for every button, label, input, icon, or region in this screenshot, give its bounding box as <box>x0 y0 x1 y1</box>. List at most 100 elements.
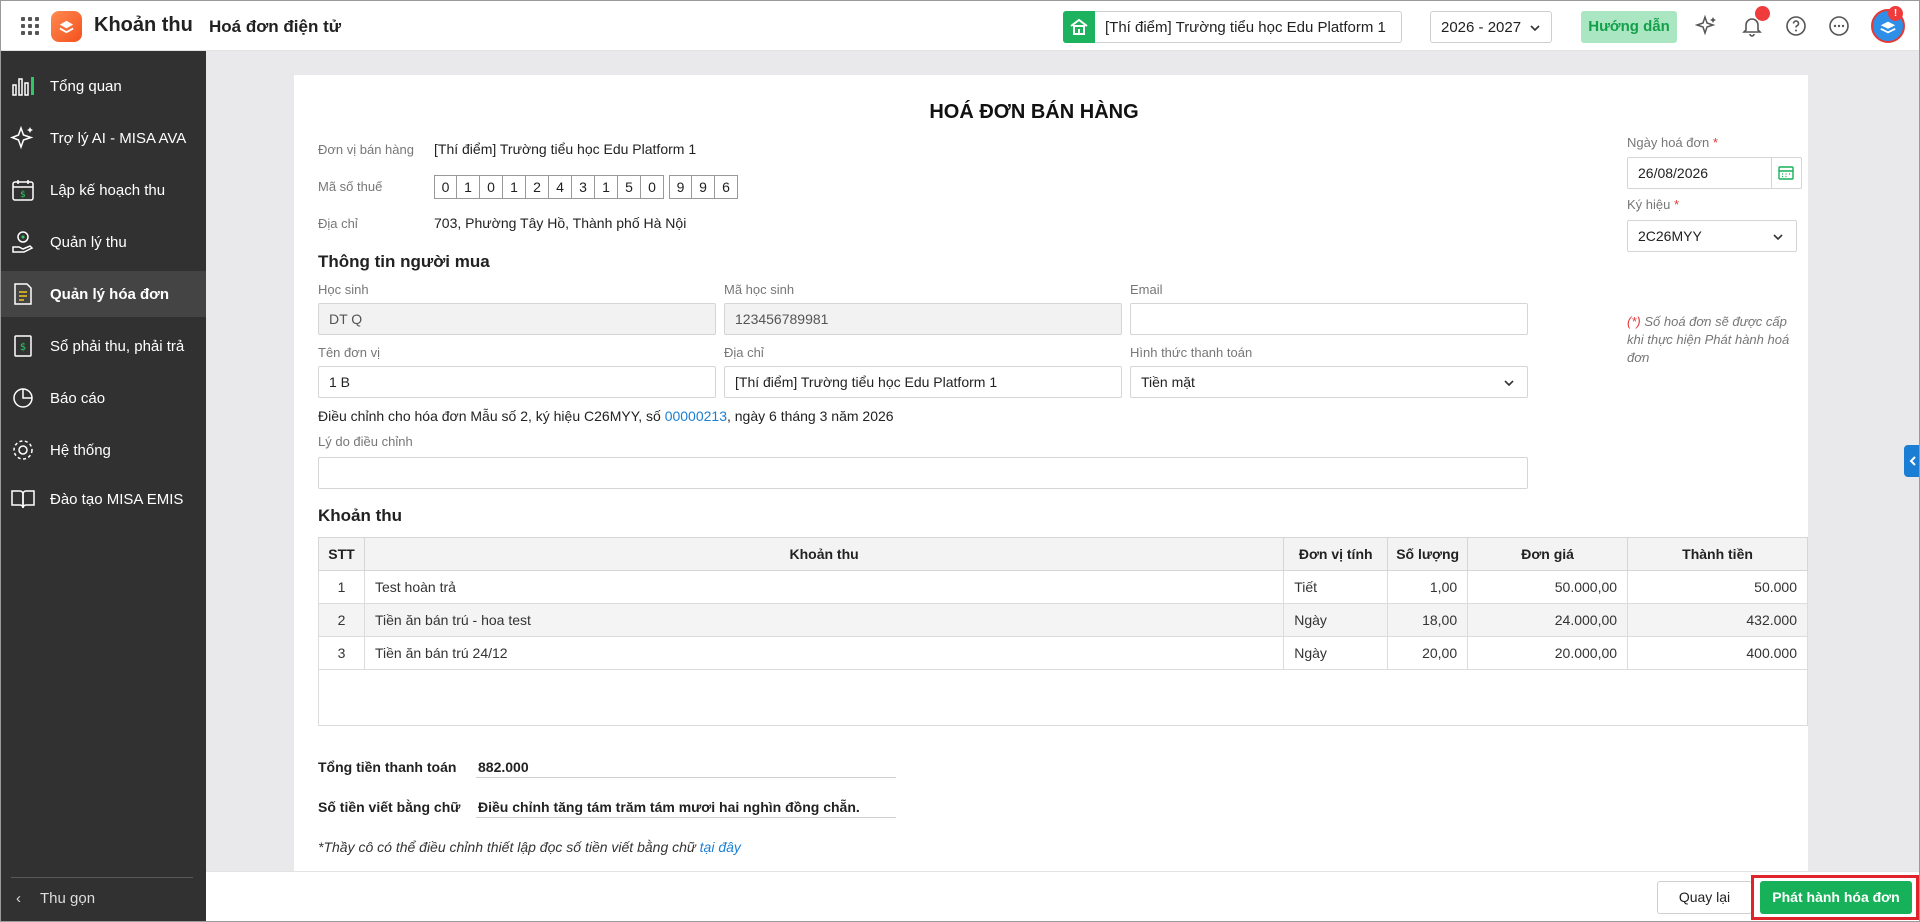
seller-address-value: 703, Phường Tây Hồ, Thành phố Hà Nội <box>434 215 687 231</box>
chevron-down-icon <box>1773 234 1783 241</box>
hand-coin-icon <box>12 231 34 253</box>
chevron-down-icon <box>1530 25 1540 32</box>
sidebar-divider <box>11 877 193 878</box>
fees-section-title: Khoản thu <box>318 506 403 525</box>
sidebar-item-label: Báo cáo <box>50 390 106 407</box>
sidebar-item-ai-assistant[interactable]: Trợ lý AI - MISA AVA <box>1 115 206 161</box>
tax-digit: 9 <box>692 175 715 199</box>
school-name: [Thí điểm] Trường tiểu học Edu Platform … <box>1105 19 1386 36</box>
invoice-date-label: Ngày hoá đơn * <box>1627 135 1718 150</box>
sidebar-item-label: Quản lý thu <box>50 234 127 251</box>
issue-invoice-button[interactable]: Phát hành hóa đơn <box>1760 881 1912 914</box>
student-field: DT Q <box>318 303 716 335</box>
tax-digit: 5 <box>618 175 641 199</box>
sidebar-item-label: Đào tạo MISA EMIS <box>50 491 184 508</box>
cell-quantity: 18,00 <box>1387 603 1469 637</box>
app-grid-icon[interactable] <box>21 17 39 35</box>
sidebar-item-system[interactable]: Hệ thống <box>1 427 206 473</box>
tax-digit: 1 <box>457 175 480 199</box>
email-input[interactable] <box>1130 303 1528 335</box>
seller-value: [Thí điểm] Trường tiểu học Edu Platform … <box>434 141 697 157</box>
cell-unit-price: 24.000,00 <box>1467 603 1629 637</box>
sidebar-item-ledger[interactable]: $ Sổ phải thu, phải trả <box>1 323 206 369</box>
symbol-value: 2C26MYY <box>1638 228 1702 244</box>
column-header: STT <box>318 537 365 571</box>
avatar-alert-badge: ! <box>1888 6 1903 21</box>
sidebar-item-training[interactable]: Đào tạo MISA EMIS <box>1 476 206 522</box>
invoice-date-input[interactable]: 26/08/2026 <box>1627 157 1802 189</box>
sidebar-item-revenue[interactable]: Quản lý thu <box>1 219 206 265</box>
buyer-address-label: Địa chỉ <box>724 345 764 360</box>
tax-digit: 6 <box>715 175 738 199</box>
unit-input[interactable]: 1 B <box>318 366 716 398</box>
tax-code-label: Mã số thuế <box>318 179 383 194</box>
more-options-icon[interactable] <box>1827 14 1851 38</box>
help-icon[interactable] <box>1784 14 1808 38</box>
collapse-sidebar-button[interactable]: ‹ Thu gọn <box>16 890 95 907</box>
reason-input[interactable] <box>318 457 1528 489</box>
cell-fee-name: Test hoàn trả <box>363 570 1285 604</box>
gear-icon <box>13 440 33 460</box>
invoice-form: HOÁ ĐƠN BÁN HÀNG Đơn vị bán hàng [Thí đi… <box>294 75 1808 871</box>
back-button[interactable]: Quay lại <box>1657 881 1752 914</box>
document-icon <box>14 283 32 305</box>
invoice-date-value: 26/08/2026 <box>1638 165 1709 181</box>
cell-unit: Tiết <box>1283 570 1389 604</box>
sidebar-item-reports[interactable]: Báo cáo <box>1 375 206 421</box>
table-empty-area <box>318 670 1808 726</box>
table-row[interactable]: 1 Test hoàn trả Tiết 1,00 50.000,00 50.0… <box>318 570 1808 604</box>
cell-stt: 2 <box>318 603 365 637</box>
invoice-title: HOÁ ĐƠN BÁN HÀNG <box>929 101 1139 123</box>
column-header: Số lượng <box>1387 537 1469 571</box>
top-bar: Khoản thu Hoá đơn điện tử [Thí điểm] Trư… <box>1 1 1919 51</box>
table-row[interactable]: 2 Tiền ăn bán trú - hoa test Ngày 18,00 … <box>318 603 1808 637</box>
tax-digit: 0 <box>641 175 664 199</box>
buyer-address-input[interactable]: [Thí điểm] Trường tiểu học Edu Platform … <box>724 366 1122 398</box>
sidebar-item-overview[interactable]: Tổng quan <box>1 63 206 109</box>
app-window: Khoản thu Hoá đơn điện tử [Thí điểm] Trư… <box>0 0 1920 922</box>
sidebar-item-plan[interactable]: $ Lập kế hoạch thu <box>1 167 206 213</box>
total-label: Tổng tiền thanh toán <box>318 759 457 775</box>
notification-badge <box>1755 6 1770 21</box>
sparkle-icon <box>10 125 34 150</box>
email-label: Email <box>1130 282 1163 297</box>
total-value: 882.000 <box>476 759 896 778</box>
cell-unit: Ngày <box>1283 603 1389 637</box>
cell-amount: 432.000 <box>1627 603 1808 637</box>
school-selector[interactable]: [Thí điểm] Trường tiểu học Edu Platform … <box>1063 11 1402 43</box>
column-header: Thành tiền <box>1627 537 1808 571</box>
app-logo <box>51 11 82 42</box>
column-header: Khoản thu <box>363 537 1285 571</box>
table-row[interactable]: 3 Tiền ăn bán trú 24/12 Ngày 20,00 20.00… <box>318 636 1808 670</box>
cell-amount: 400.000 <box>1627 636 1808 670</box>
original-invoice-link[interactable]: 00000213 <box>665 408 727 424</box>
app-name: Khoản thu <box>94 14 193 36</box>
payment-method-select[interactable]: Tiền mặt <box>1130 366 1528 398</box>
guide-button[interactable]: Hướng dẫn <box>1581 11 1677 43</box>
calendar-icon[interactable] <box>1771 158 1801 188</box>
invoice-number-note: (*) Số hoá đơn sẽ được cấp khi thực hiện… <box>1627 314 1790 365</box>
sidebar-item-invoices[interactable]: Quản lý hóa đơn <box>1 271 206 317</box>
sidebar-item-label: Lập kế hoạch thu <box>50 182 166 199</box>
school-year-select[interactable]: 2026 - 2027 <box>1430 11 1552 43</box>
sidebar-item-label: Tổng quan <box>50 78 122 95</box>
student-label: Học sinh <box>318 282 369 297</box>
school-year-value: 2026 - 2027 <box>1441 19 1522 36</box>
sidebar-item-label: Sổ phải thu, phải trả <box>50 338 185 355</box>
cell-quantity: 1,00 <box>1387 570 1469 604</box>
seller-address-label: Địa chỉ <box>318 216 358 231</box>
side-panel-toggle[interactable] <box>1904 445 1919 477</box>
cell-fee-name: Tiền ăn bán trú 24/12 <box>363 636 1285 670</box>
symbol-select[interactable]: 2C26MYY <box>1627 220 1797 252</box>
amount-words-setting-link[interactable]: tại đây <box>700 839 741 855</box>
cell-stt: 1 <box>318 570 365 604</box>
cell-fee-name: Tiền ăn bán trú - hoa test <box>363 603 1285 637</box>
amount-in-words-label: Số tiền viết bằng chữ <box>318 799 461 815</box>
payment-method-label: Hình thức thanh toán <box>1130 345 1253 360</box>
calendar-money-icon: $ <box>12 180 34 201</box>
ai-sparkle-icon[interactable] <box>1695 14 1719 38</box>
payment-method-value: Tiền mặt <box>1141 374 1195 390</box>
amount-words-setting-note: *Thầy cô có thể điều chỉnh thiết lập đọc… <box>318 839 741 855</box>
tax-digit: 1 <box>503 175 526 199</box>
tax-code-boxes: 0 1 0 1 2 4 3 1 5 0 9 9 6 <box>434 175 738 199</box>
